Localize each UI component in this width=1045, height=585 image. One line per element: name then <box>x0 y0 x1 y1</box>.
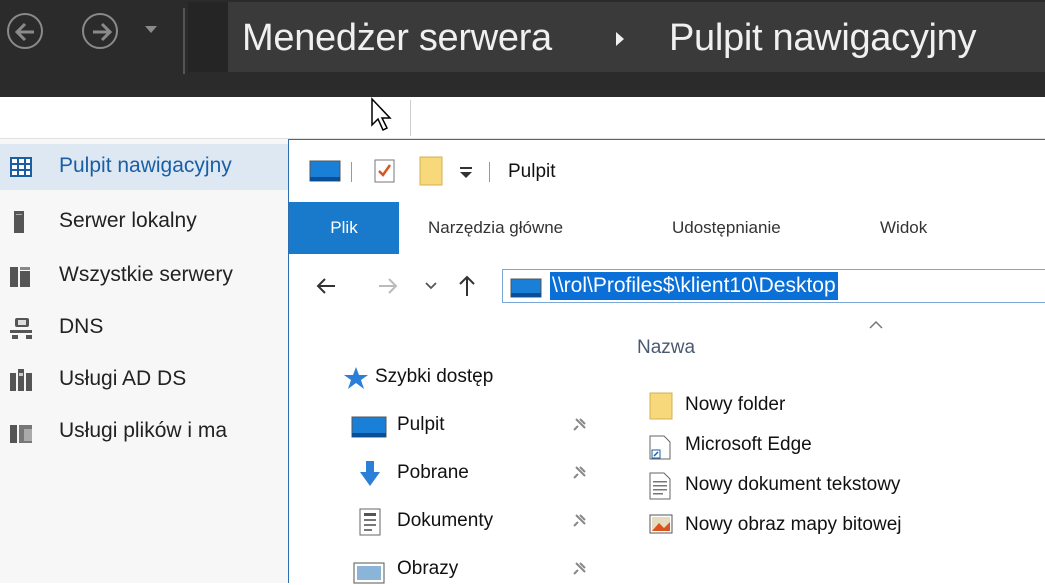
star-icon <box>344 367 368 389</box>
sidebar-item-label: Pulpit nawigacyjny <box>59 154 232 177</box>
sidebar-item-pictures[interactable]: Obrazy <box>351 555 601 585</box>
arrow-right-icon <box>93 22 113 42</box>
sidebar-item-label: Pulpit <box>397 414 445 435</box>
ad-ds-icon <box>10 369 32 391</box>
arrow-left-icon[interactable] <box>315 276 337 296</box>
shortcut-icon <box>649 435 671 460</box>
desktop-icon <box>351 416 387 438</box>
sort-ascending-icon <box>869 320 883 329</box>
quick-access-toolbar: Pulpit <box>289 140 1045 202</box>
forward-button[interactable] <box>82 13 118 49</box>
file-name: Nowy folder <box>685 394 786 415</box>
arrow-up-icon[interactable] <box>457 274 477 298</box>
tab-view[interactable]: Widok <box>880 202 927 254</box>
properties-icon[interactable] <box>374 159 396 183</box>
divider <box>351 162 352 182</box>
pin-icon[interactable] <box>571 513 587 529</box>
server-icon <box>14 211 24 233</box>
documents-icon <box>359 508 381 536</box>
file-services-icon <box>10 425 32 443</box>
divider <box>410 100 411 136</box>
breadcrumb-start <box>188 2 228 72</box>
address-bar-row: \\rol\Profiles$\klient10\Desktop <box>289 254 1045 316</box>
mouse-cursor-icon <box>371 97 392 132</box>
chevron-right-icon <box>616 32 624 46</box>
bitmap-icon <box>649 514 673 534</box>
chevron-down-icon[interactable] <box>425 281 437 291</box>
dashboard-icon <box>10 157 32 177</box>
sidebar-item-label: Pobrane <box>397 462 469 483</box>
sidebar-item-label: Wszystkie serwery <box>59 263 233 286</box>
tab-share[interactable]: Udostępnianie <box>672 202 781 254</box>
history-dropdown-icon[interactable] <box>144 22 158 36</box>
desktop-icon <box>510 278 542 298</box>
pictures-icon <box>353 562 385 584</box>
pin-icon[interactable] <box>571 561 587 577</box>
navigation-pane: Szybki dostęp Pulpit Pobrane Dokumenty O… <box>289 316 609 584</box>
ribbon-tabs: Plik Narzędzia główne Udostępnianie Wido… <box>289 202 1045 254</box>
new-folder-icon[interactable] <box>419 156 443 186</box>
download-icon <box>360 461 380 486</box>
server-manager-sidebar: Pulpit nawigacyjny Serwer lokalny Wszyst… <box>0 139 288 583</box>
arrow-right-icon[interactable] <box>377 276 399 296</box>
sidebar-item-dns[interactable]: DNS <box>0 305 288 351</box>
sidebar-item-downloads[interactable]: Pobrane <box>351 459 601 489</box>
sidebar-item-quick-access[interactable]: Szybki dostęp <box>343 363 583 393</box>
sidebar-item-ad-ds[interactable]: Usługi AD DS <box>0 357 288 403</box>
sidebar-item-documents[interactable]: Dokumenty <box>351 507 601 537</box>
sidebar-item-label: Usługi AD DS <box>59 367 187 390</box>
file-name: Nowy dokument tekstowy <box>685 474 901 495</box>
server-manager-toolbar <box>0 97 1045 139</box>
window-title: Pulpit <box>508 161 556 182</box>
sidebar-item-label: Usługi plików i ma <box>59 419 228 442</box>
breadcrumb-dashboard[interactable]: Pulpit nawigacyjny <box>669 17 977 60</box>
breadcrumb-server-manager[interactable]: Menedżer serwera <box>242 17 552 60</box>
tab-file[interactable]: Plik <box>289 202 399 254</box>
pin-icon[interactable] <box>571 465 587 481</box>
file-list: Nazwa Nowy folder Microsoft Edge Nowy do… <box>609 316 1045 584</box>
file-name: Nowy obraz mapy bitowej <box>685 514 902 535</box>
address-input[interactable]: \\rol\Profiles$\klient10\Desktop <box>502 269 1045 303</box>
sidebar-item-local-server[interactable]: Serwer lokalny <box>0 199 288 245</box>
file-explorer-window: Pulpit Plik Narzędzia główne Udostępnian… <box>288 139 1045 584</box>
desktop-icon[interactable] <box>309 160 341 182</box>
server-manager-header: Menedżer serwera Pulpit nawigacyjny <box>0 0 1045 97</box>
sidebar-item-label: Obrazy <box>397 558 459 579</box>
column-header-name[interactable]: Nazwa <box>637 337 695 359</box>
divider <box>489 162 490 182</box>
sidebar-item-label: Szybki dostęp <box>375 366 494 387</box>
sidebar-item-file-services[interactable]: Usługi plików i ma <box>0 409 288 455</box>
pin-icon[interactable] <box>571 417 587 433</box>
sidebar-item-label: Dokumenty <box>397 510 494 531</box>
sidebar-item-dashboard[interactable]: Pulpit nawigacyjny <box>0 144 288 190</box>
customize-toolbar-icon[interactable] <box>459 165 473 179</box>
sidebar-item-label: Serwer lokalny <box>59 209 197 232</box>
dns-icon <box>10 318 32 339</box>
sidebar-item-desktop[interactable]: Pulpit <box>351 411 601 441</box>
arrow-left-icon <box>14 22 34 42</box>
servers-icon <box>10 267 30 287</box>
sidebar-item-label: DNS <box>59 315 104 338</box>
folder-icon <box>649 392 673 420</box>
sidebar-item-all-servers[interactable]: Wszystkie serwery <box>0 253 288 299</box>
text-file-icon <box>649 472 671 500</box>
divider <box>183 8 185 74</box>
file-name: Microsoft Edge <box>685 434 812 455</box>
back-button[interactable] <box>7 13 43 49</box>
tab-home[interactable]: Narzędzia główne <box>428 202 563 254</box>
address-path[interactable]: \\rol\Profiles$\klient10\Desktop <box>550 272 838 300</box>
